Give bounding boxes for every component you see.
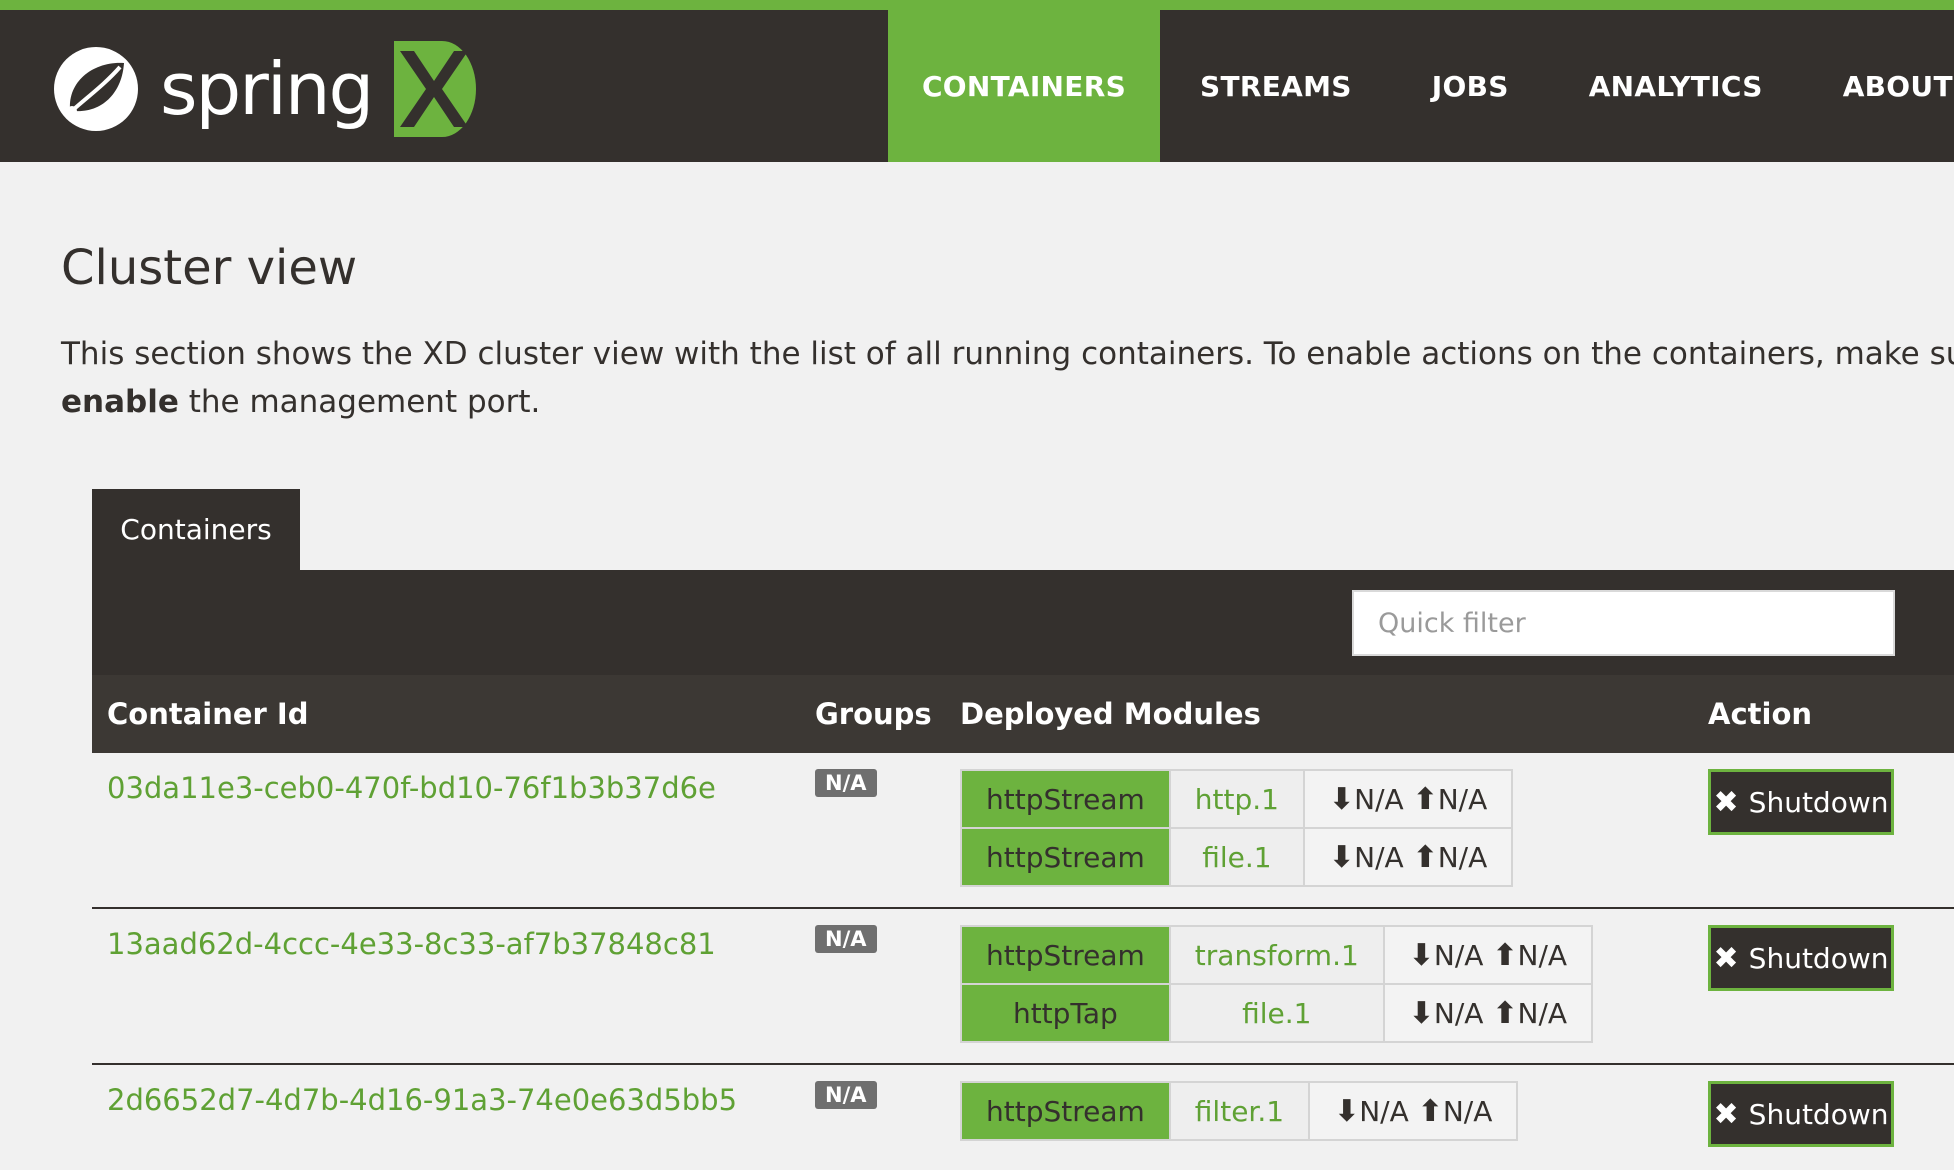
groups-badge: N/A (815, 769, 877, 797)
main-nav: CONTAINERS STREAMS JOBS ANALYTICS ABOUT (888, 10, 1954, 162)
module-rates: ⬇N/A ⬆N/A (1382, 925, 1594, 985)
module-row: httpStream http.1 ⬇N/A ⬆N/A (960, 769, 1514, 829)
close-icon: ✖ (1713, 940, 1739, 976)
module-stream-name[interactable]: httpStream (960, 769, 1171, 829)
rate-out: N/A (1517, 938, 1568, 972)
spring-xd-logo[interactable]: spring (50, 34, 477, 144)
module-stream-name[interactable]: httpStream (960, 925, 1171, 985)
arrow-up-icon: ⬆ (1412, 781, 1438, 817)
rate-out: N/A (1517, 996, 1568, 1030)
logo-wordmark: spring (160, 47, 374, 131)
header-deployed-modules[interactable]: Deployed Modules (960, 697, 1261, 731)
arrow-down-icon: ⬇ (1329, 839, 1355, 875)
tab-containers[interactable]: Containers (92, 489, 300, 570)
groups-badge: N/A (815, 925, 877, 953)
module-name[interactable]: filter.1 (1168, 1081, 1311, 1141)
module-name[interactable]: file.1 (1168, 827, 1306, 887)
module-name[interactable]: file.1 (1168, 983, 1385, 1043)
table-row: 03da11e3-ceb0-470f-bd10-76f1b3b37d6e N/A… (92, 753, 1954, 909)
close-icon: ✖ (1713, 1096, 1739, 1132)
header-container-id[interactable]: Container Id (107, 697, 309, 731)
arrow-down-icon: ⬇ (1408, 995, 1434, 1031)
page-title: Cluster view (61, 240, 358, 296)
shutdown-label: Shutdown (1748, 941, 1889, 975)
close-icon: ✖ (1713, 784, 1739, 820)
module-row: httpStream filter.1 ⬇N/A ⬆N/A (960, 1081, 1519, 1141)
module-stream-name[interactable]: httpStream (960, 827, 1171, 887)
module-name[interactable]: http.1 (1168, 769, 1306, 829)
container-id-link[interactable]: 2d6652d7-4d7b-4d16-91a3-74e0e63d5bb5 (107, 1083, 737, 1117)
rate-out: N/A (1442, 1094, 1493, 1128)
rate-in: N/A (1354, 782, 1404, 816)
module-rates: ⬇N/A ⬆N/A (1308, 1081, 1519, 1141)
description-line-2: the management port. (178, 384, 541, 420)
description-bold-word: enable (61, 384, 179, 420)
spring-leaf-icon (54, 47, 138, 131)
table-row: 13aad62d-4ccc-4e33-8c33-af7b37848c81 N/A… (92, 909, 1954, 1065)
arrow-up-icon: ⬆ (1417, 1093, 1443, 1129)
arrow-up-icon: ⬆ (1492, 995, 1518, 1031)
header-action: Action (1708, 697, 1813, 731)
arrow-down-icon: ⬇ (1334, 1093, 1360, 1129)
shutdown-button[interactable]: ✖ Shutdown (1708, 925, 1894, 991)
rate-out: N/A (1437, 840, 1488, 874)
deployed-modules-table: httpStream transform.1 ⬇N/A ⬆N/A httpTap… (960, 925, 1594, 1043)
description-line-1: This section shows the XD cluster view w… (61, 336, 1954, 372)
shutdown-label: Shutdown (1748, 1097, 1889, 1131)
container-id-link[interactable]: 13aad62d-4ccc-4e33-8c33-af7b37848c81 (107, 927, 716, 961)
module-row: httpStream transform.1 ⬇N/A ⬆N/A (960, 925, 1594, 985)
module-rates: ⬇N/A ⬆N/A (1302, 769, 1514, 829)
rate-out: N/A (1437, 782, 1488, 816)
nav-streams[interactable]: STREAMS (1160, 10, 1392, 162)
arrow-down-icon: ⬇ (1408, 937, 1434, 973)
deployed-modules-table: httpStream http.1 ⬇N/A ⬆N/A httpStream f… (960, 769, 1514, 887)
table-row: 2d6652d7-4d7b-4d16-91a3-74e0e63d5bb5 N/A… (92, 1065, 1954, 1170)
module-name[interactable]: transform.1 (1168, 925, 1385, 985)
arrow-up-icon: ⬆ (1492, 937, 1518, 973)
nav-containers[interactable]: CONTAINERS (888, 10, 1160, 162)
rate-in: N/A (1359, 1094, 1409, 1128)
container-id-link[interactable]: 03da11e3-ceb0-470f-bd10-76f1b3b37d6e (107, 771, 716, 805)
nav-analytics[interactable]: ANALYTICS (1549, 10, 1803, 162)
page-description: This section shows the XD cluster view w… (61, 330, 1954, 426)
module-stream-name[interactable]: httpStream (960, 1081, 1171, 1141)
table-header: Container Id Groups Deployed Modules Act… (92, 675, 1954, 753)
rate-in: N/A (1354, 840, 1404, 874)
arrow-down-icon: ⬇ (1329, 781, 1355, 817)
module-rates: ⬇N/A ⬆N/A (1302, 827, 1514, 887)
header-groups[interactable]: Groups (815, 697, 932, 731)
rate-in: N/A (1433, 938, 1484, 972)
nav-jobs[interactable]: JOBS (1392, 10, 1549, 162)
deployed-modules-table: httpStream filter.1 ⬇N/A ⬆N/A (960, 1081, 1519, 1141)
module-row: httpStream file.1 ⬇N/A ⬆N/A (960, 827, 1514, 887)
module-row: httpTap file.1 ⬇N/A ⬆N/A (960, 983, 1594, 1043)
xd-logo-icon (394, 41, 477, 137)
nav-about[interactable]: ABOUT (1803, 10, 1954, 162)
shutdown-button[interactable]: ✖ Shutdown (1708, 1081, 1894, 1147)
shutdown-label: Shutdown (1748, 785, 1889, 819)
top-accent-bar (0, 0, 1954, 10)
shutdown-button[interactable]: ✖ Shutdown (1708, 769, 1894, 835)
rate-in: N/A (1433, 996, 1484, 1030)
groups-badge: N/A (815, 1081, 877, 1109)
module-rates: ⬇N/A ⬆N/A (1382, 983, 1594, 1043)
arrow-up-icon: ⬆ (1412, 839, 1438, 875)
quick-filter-input[interactable] (1352, 590, 1895, 656)
module-stream-name[interactable]: httpTap (960, 983, 1171, 1043)
